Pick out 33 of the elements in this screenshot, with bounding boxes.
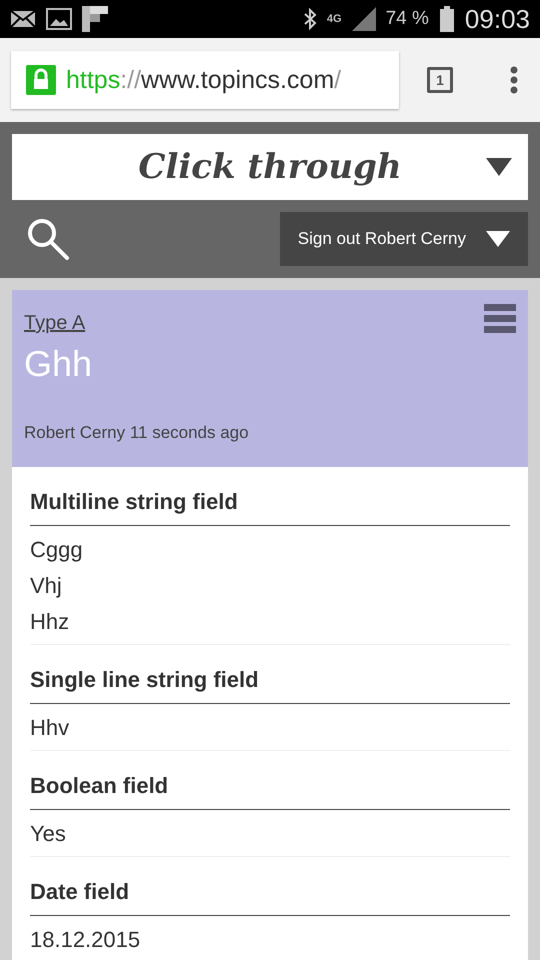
site-title-dropdown[interactable]: Click through: [12, 134, 528, 200]
menu-icon[interactable]: [484, 302, 516, 334]
battery-percent: 74 %: [386, 8, 429, 30]
topic-title: Ghh: [24, 343, 94, 385]
type-link[interactable]: Type A: [24, 312, 86, 335]
author-time: Robert Cerny 11 seconds ago: [24, 423, 250, 443]
field-label: Date field: [30, 857, 510, 916]
bluetooth-icon: [302, 8, 317, 30]
battery-icon: [438, 6, 455, 32]
field-label: Single line string field: [30, 645, 510, 704]
caret-icon: [486, 231, 510, 247]
field-label: Boolean field: [30, 751, 510, 810]
image-icon: [46, 8, 72, 30]
mail-icon: [10, 10, 36, 28]
search-icon[interactable]: [26, 217, 70, 261]
caret-icon: [486, 158, 512, 176]
address-bar[interactable]: https://www.topincs.com/: [11, 51, 399, 109]
field-value: Cggg: [30, 536, 84, 564]
field-value: Hhv: [30, 714, 70, 742]
signal-icon: [352, 7, 376, 31]
field-value: Yes: [30, 820, 67, 848]
network-type: 4G: [326, 13, 342, 25]
menu-icon[interactable]: [510, 66, 518, 94]
account-button[interactable]: Sign out Robert Cerny: [280, 212, 528, 266]
field-label: Multiline string field: [30, 467, 510, 526]
url-text: https://www.topincs.com/: [66, 66, 342, 94]
field-value: 18.12.2015: [30, 926, 142, 954]
lock-icon: [26, 65, 56, 95]
field-value: Hhz: [30, 608, 70, 636]
field-value: Vhj: [30, 572, 63, 600]
clock: 09:03: [464, 4, 530, 34]
tab-count-button[interactable]: 1: [427, 67, 453, 93]
app-icon: [82, 6, 108, 32]
